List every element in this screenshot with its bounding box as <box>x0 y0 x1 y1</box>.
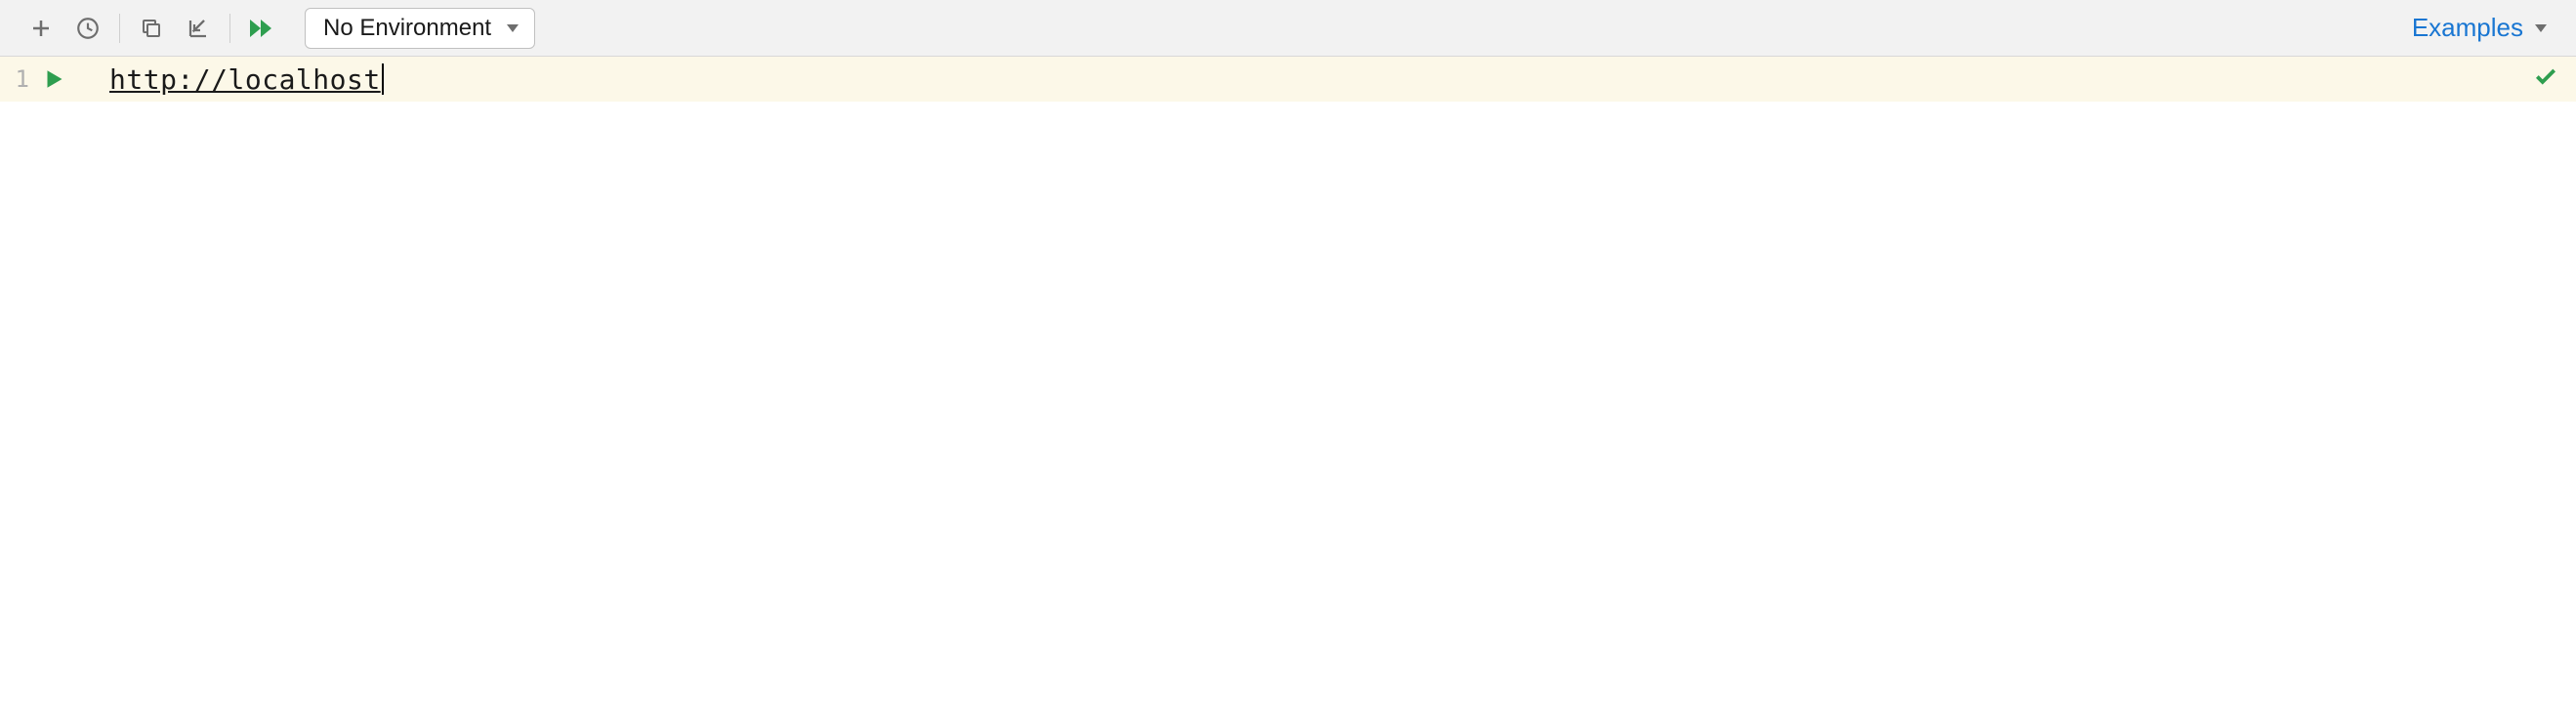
double-play-icon <box>248 16 275 41</box>
clock-icon <box>75 16 101 41</box>
toolbar-left-group: No Environment <box>18 8 535 49</box>
environment-label: No Environment <box>323 15 491 42</box>
add-button[interactable] <box>18 8 64 49</box>
history-button[interactable] <box>64 8 111 49</box>
status-indicator <box>2533 64 2558 95</box>
examples-dropdown[interactable]: Examples <box>2412 13 2558 43</box>
gutter-run-button[interactable] <box>35 69 74 89</box>
editor-line[interactable]: 1 http://localhost <box>0 57 2576 102</box>
toolbar-separator <box>119 14 120 43</box>
environment-dropdown[interactable]: No Environment <box>305 8 535 49</box>
line-number: 1 <box>0 65 35 93</box>
plus-icon <box>29 17 53 40</box>
toolbar: No Environment Examples <box>0 0 2576 57</box>
toolbar-separator <box>229 14 230 43</box>
chevron-down-icon <box>2533 22 2549 34</box>
examples-label: Examples <box>2412 13 2523 43</box>
run-all-button[interactable] <box>238 8 285 49</box>
chevron-down-icon <box>505 22 520 34</box>
play-icon <box>46 69 63 89</box>
text-cursor <box>382 63 384 95</box>
copy-icon <box>140 17 163 40</box>
import-arrow-icon <box>187 17 210 40</box>
checkmark-icon <box>2533 64 2558 90</box>
import-button[interactable] <box>175 8 222 49</box>
code-content[interactable]: http://localhost <box>109 63 381 96</box>
editor-area: 1 http://localhost <box>0 57 2576 102</box>
copy-button[interactable] <box>128 8 175 49</box>
